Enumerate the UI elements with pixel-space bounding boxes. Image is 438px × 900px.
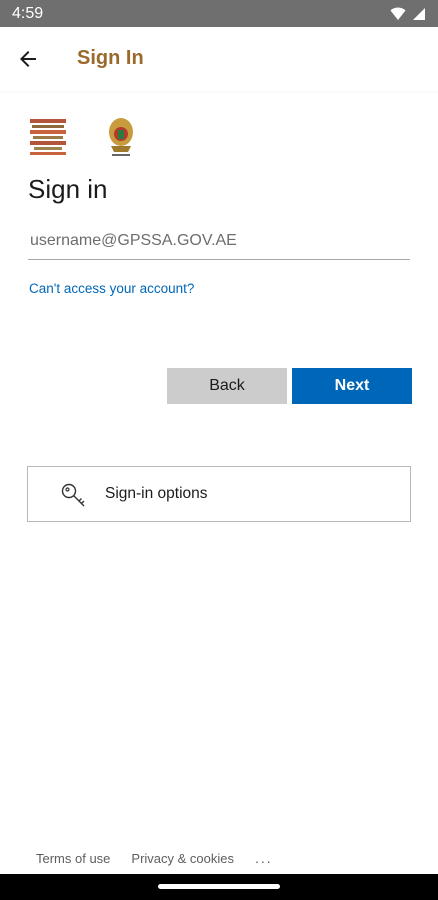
logos: [28, 116, 136, 158]
status-icons: [390, 7, 426, 21]
signin-options-label: Sign-in options: [105, 485, 208, 502]
status-time: 4:59: [12, 4, 44, 22]
key-icon: [61, 483, 85, 507]
uae-emblem-logo: [109, 118, 133, 156]
app-title: Sign In: [77, 47, 144, 69]
privacy-cookies-link[interactable]: Privacy & cookies: [131, 851, 234, 866]
status-bar: 4:59: [0, 0, 438, 27]
gpssa-logo: [28, 116, 68, 158]
app-bar: Sign In: [0, 27, 438, 91]
signal-icon: [413, 7, 425, 20]
terms-of-use-link[interactable]: Terms of use: [36, 851, 110, 866]
next-button[interactable]: Next: [292, 368, 412, 404]
back-arrow-icon[interactable]: [16, 47, 40, 71]
home-gesture-handle[interactable]: [158, 884, 280, 889]
cant-access-account-link[interactable]: Can't access your account?: [29, 281, 194, 296]
page-title: Sign in: [28, 174, 108, 204]
signin-options-button[interactable]: Sign-in options: [27, 466, 411, 522]
footer: Terms of use Privacy & cookies ...: [36, 850, 273, 866]
back-button[interactable]: Back: [167, 368, 287, 404]
wifi-icon: [390, 7, 406, 20]
more-options-icon[interactable]: ...: [255, 850, 273, 866]
email-field[interactable]: [28, 222, 410, 260]
system-navigation-bar: [0, 874, 438, 900]
